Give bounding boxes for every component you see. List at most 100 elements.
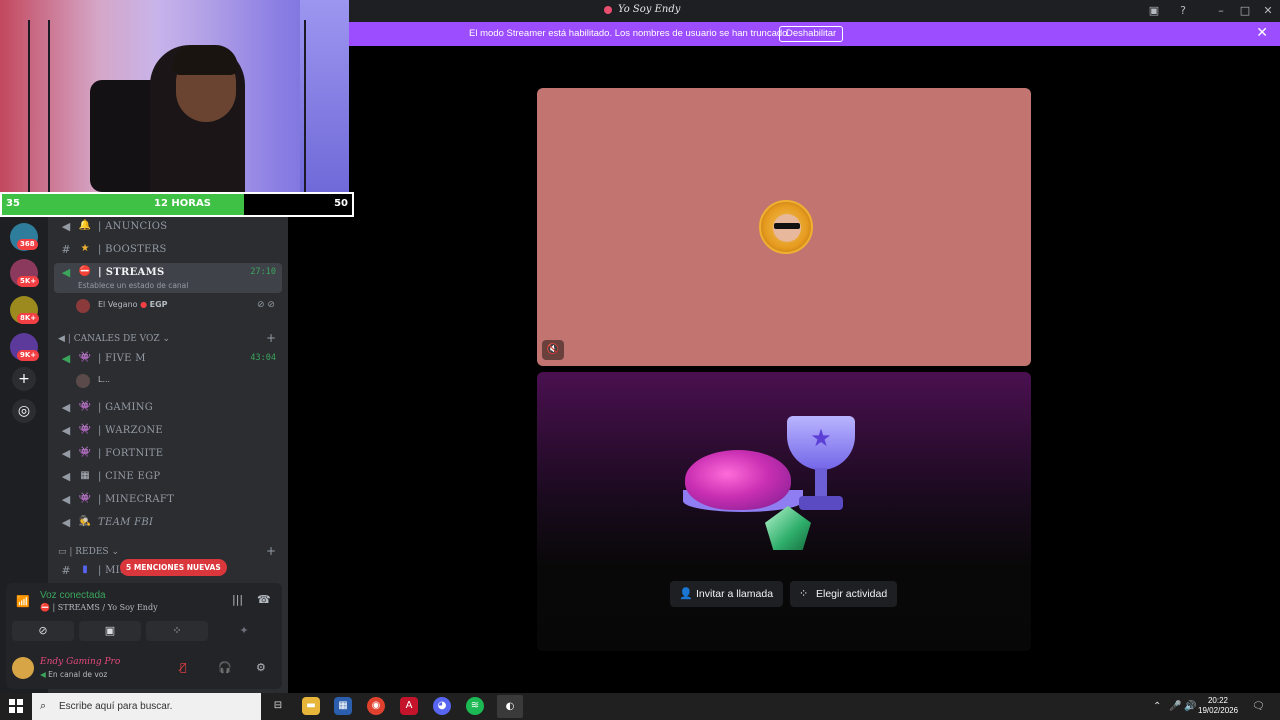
explore-icon[interactable]: ◎ [12, 399, 36, 423]
speaker-icon: ◀ [61, 447, 71, 460]
volume-icon[interactable]: 🔊 [1184, 701, 1196, 712]
windows-start-icon[interactable] [9, 699, 23, 713]
taskbar-clock[interactable]: 20:22 19/02/2026 [1198, 696, 1238, 716]
progress-end-value: 50 [334, 198, 348, 209]
speaker-icon: ◀ [61, 424, 71, 437]
channel-team-fbi[interactable]: ◀ 🕵 TEAM FBI [54, 513, 282, 533]
shell-illustration [685, 450, 791, 510]
speaker-icon: ◀ [61, 470, 71, 483]
speaker-icon: ◀ [61, 401, 71, 414]
add-channel-icon[interactable]: + [266, 544, 276, 558]
star-icon: ★ [80, 243, 90, 254]
add-server-icon[interactable]: + [12, 367, 36, 391]
task-view-icon[interactable]: ⊟ [269, 697, 287, 715]
chevron-up-icon[interactable]: ⌃ [1153, 701, 1161, 712]
search-icon: ⌕ [40, 699, 47, 712]
alien-icon: 👾 [78, 447, 92, 458]
screen-share-button[interactable]: ▣ [79, 621, 141, 641]
category-redes[interactable]: ▭ | REDES ⌄ [58, 547, 119, 557]
inbox-icon[interactable]: ▣ [1147, 4, 1161, 18]
discord-app: 🔇 ★ 👤 Invitar a llamada ⁘ Elegir activid… [0, 0, 1280, 720]
file-explorer-icon[interactable]: ▬ [302, 697, 320, 715]
invite-to-call-button[interactable]: 👤 Invitar a llamada [670, 581, 784, 607]
subathon-progress-bar: 35 12 HORAS 50 [0, 192, 354, 217]
window-title: Yo Soy Endy [604, 4, 680, 15]
wall-light [300, 0, 349, 192]
user-name[interactable]: Endy Gaming Pro [40, 657, 120, 667]
speaker-icon: ◀ [61, 493, 71, 506]
add-channel-icon[interactable]: + [266, 331, 276, 345]
obs-icon[interactable]: ◐ [497, 695, 523, 718]
server-logo-icon [604, 5, 612, 14]
trophy-base [799, 496, 843, 510]
hash-icon: # [61, 243, 71, 256]
camera-off-button[interactable]: ⊘ [12, 621, 74, 641]
user-video-tile[interactable]: 🔇 [537, 88, 1031, 366]
spotify-icon[interactable]: ≋ [466, 697, 484, 715]
user-avatar [759, 200, 813, 254]
store-icon[interactable]: ▦ [334, 697, 352, 715]
mic-stand [48, 20, 50, 192]
voice-connection-panel: 📶 Voz conectada ⛔ | STREAMS / Yo Soy End… [6, 583, 282, 647]
minimize-button[interactable]: – [1214, 4, 1228, 18]
mention-badge: 5K+ [17, 276, 40, 287]
mention-badge: 9K+ [17, 350, 40, 361]
banner-message: El modo Streamer está habilitado. Los no… [469, 28, 791, 39]
close-window-button[interactable]: ✕ [1261, 4, 1275, 18]
speaker-icon: ◀ [61, 352, 71, 365]
headphones-muted-icon[interactable]: 🎧 [218, 661, 232, 674]
mic-stand [28, 20, 30, 192]
disable-streamer-button[interactable]: Deshabilitar [779, 26, 844, 42]
settings-gear-icon[interactable]: ⚙ [256, 661, 266, 674]
mention-badge: 8K+ [17, 313, 40, 324]
invite-label: Invitar a llamada [696, 588, 774, 600]
film-icon: ▦ [80, 470, 90, 481]
trophy-stem [815, 468, 827, 498]
avatar-glasses [774, 223, 800, 229]
user-panel: Endy Gaming Pro ◀ En canal de voz 🎙̸ 🎧 ⚙ [6, 647, 282, 689]
user-avatar[interactable] [12, 657, 34, 679]
channel-boosters[interactable]: # ★ | BOOSTERS [54, 240, 282, 260]
streamer-hair [172, 45, 238, 75]
mention-badge: 368 [17, 239, 38, 250]
signal-icon[interactable]: 📶 [16, 595, 30, 608]
maximize-button[interactable]: □ [1238, 4, 1252, 18]
channel-cine-egp[interactable]: ◀ ▦ | CINE EGP [54, 467, 282, 487]
channel-minecraft[interactable]: ◀ 👾 | MINECRAFT [54, 490, 282, 510]
channel-streams[interactable]: ◀ ⛔ | STREAMS 27:10 Establece un estado … [54, 263, 282, 293]
mic-muted-icon[interactable]: 🎙̸ [180, 661, 187, 674]
channel-status-hint[interactable]: Establece un estado de canal [78, 281, 188, 290]
activity-icon: ⁘ [799, 588, 809, 600]
category-voice-channels[interactable]: ◀ | CANALES DE VOZ ⌄ [58, 334, 170, 344]
user-status: ◀ En canal de voz [40, 670, 108, 679]
new-mentions-pill[interactable]: 5 MENCIONES NUEVAS [120, 559, 227, 576]
channel-fortnite[interactable]: ◀ 👾 | FORTNITE [54, 444, 282, 464]
phone-icon: ▮ [82, 564, 88, 575]
choose-activity-button[interactable]: ⁘ Elegir actividad [790, 581, 898, 607]
channel-anuncios[interactable]: ◀ 🔔 | ANUNCIOS [54, 217, 282, 237]
megaphone-icon: ◀ [61, 220, 71, 233]
chrome-icon[interactable]: ◉ [367, 697, 385, 715]
voice-status[interactable]: Voz conectada [40, 590, 106, 601]
progress-start-value: 35 [6, 198, 20, 209]
disconnect-icon[interactable]: ☎ [257, 593, 271, 606]
mic-icon[interactable]: 🎤 [1169, 701, 1181, 712]
activity-panel: ★ 👤 Invitar a llamada ⁘ Elegir actividad [537, 372, 1031, 651]
notifications-icon[interactable]: 🗨 [1252, 701, 1265, 712]
channel-five-m[interactable]: ◀ 👾 | FIVE M 43:04 [54, 349, 282, 369]
soundboard-button[interactable]: ✦ [213, 621, 275, 641]
discord-icon[interactable]: ◕ [433, 697, 451, 715]
channel-warzone[interactable]: ◀ 👾 | WARZONE [54, 421, 282, 441]
close-banner-icon[interactable]: ✕ [1256, 25, 1268, 41]
help-icon[interactable]: ? [1176, 4, 1190, 18]
activities-button[interactable]: ⁘ [146, 621, 208, 641]
no-entry-icon: ⛔ [78, 266, 92, 277]
channel-gaming[interactable]: ◀ 👾 | GAMING [54, 398, 282, 418]
windows-taskbar: ⌕ Escribe aquí para buscar. ⊟ ▬ ▦ ◉ A ◕ … [0, 693, 1280, 720]
taskbar-search-input[interactable]: ⌕ Escribe aquí para buscar. [32, 693, 261, 720]
app-icon[interactable]: A [400, 697, 418, 715]
noise-suppression-icon[interactable]: ||| [232, 593, 243, 606]
deafened-icon: 🔇 [542, 340, 564, 360]
star-icon: ★ [810, 424, 832, 452]
member-avatar [76, 374, 90, 388]
